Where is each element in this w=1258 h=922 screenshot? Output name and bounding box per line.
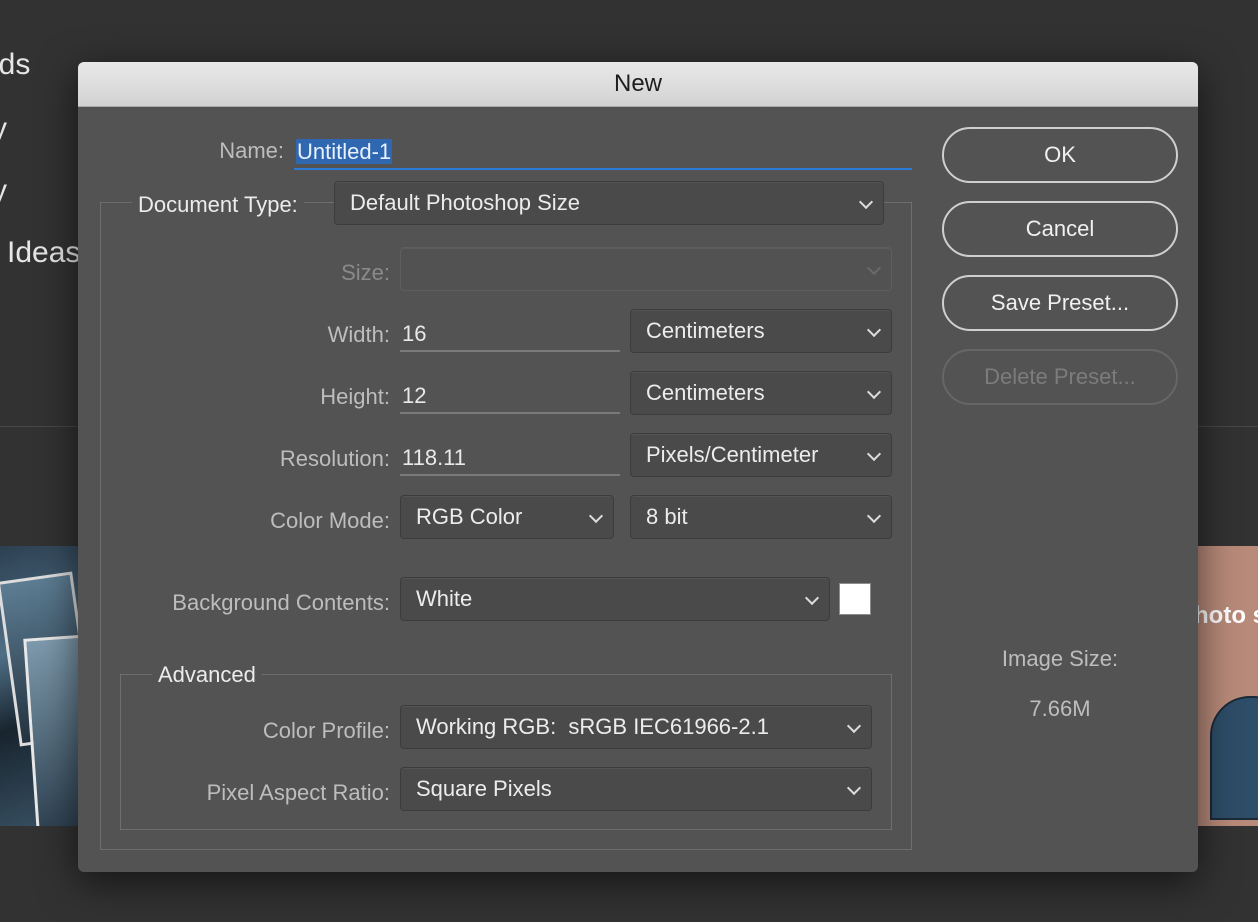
background-menu-item[interactable]: ry <box>0 112 7 146</box>
chevron-down-icon <box>866 260 882 276</box>
width-unit-value: Centimeters <box>646 318 765 343</box>
chevron-down-icon <box>858 194 874 210</box>
advanced-label: Advanced <box>152 662 262 688</box>
width-unit-select[interactable]: Centimeters <box>630 309 892 353</box>
image-size-value: 7.66M <box>1029 696 1091 721</box>
bit-depth-value: 8 bit <box>646 504 688 529</box>
save-preset-button[interactable]: Save Preset... <box>942 275 1178 331</box>
background-menu-item[interactable]: nds <box>0 48 30 82</box>
background-menu-item[interactable]: g Ideas <box>0 236 80 270</box>
dialog-title: New <box>78 62 1198 107</box>
document-type-select[interactable]: Default Photoshop Size <box>334 181 884 225</box>
height-unit-select[interactable]: Centimeters <box>630 371 892 415</box>
width-input[interactable]: 16 <box>400 316 620 352</box>
illustration-image <box>1210 696 1258 820</box>
resolution-label: Resolution: <box>279 446 390 471</box>
name-label: Name: <box>219 138 284 163</box>
background-contents-select[interactable]: White <box>400 577 830 621</box>
pixel-aspect-ratio-select[interactable]: Square Pixels <box>400 767 872 811</box>
height-unit-value: Centimeters <box>646 380 765 405</box>
height-label: Height: <box>320 384 390 409</box>
cancel-button[interactable]: Cancel <box>942 201 1178 257</box>
color-profile-label: Color Profile: <box>262 718 390 743</box>
color-profile-select[interactable]: Working RGB: sRGB IEC61966-2.1 <box>400 705 872 749</box>
chevron-down-icon <box>866 446 882 462</box>
bit-depth-select[interactable]: 8 bit <box>630 495 892 539</box>
chevron-down-icon <box>866 322 882 338</box>
background-thumbnail-right[interactable]: hoto s <box>1190 546 1258 826</box>
ok-button[interactable]: OK <box>942 127 1178 183</box>
chevron-down-icon <box>866 384 882 400</box>
thumbnail-caption: hoto s <box>1194 602 1258 629</box>
delete-preset-button[interactable]: Delete Preset... <box>942 349 1178 405</box>
background-menu-item[interactable]: ry <box>0 174 7 208</box>
background-color-swatch[interactable] <box>839 583 871 615</box>
new-document-dialog: New Name: Untitled-1 Document Type: Defa… <box>78 62 1198 872</box>
background-contents-label: Background Contents: <box>172 590 390 615</box>
size-label: Size: <box>341 260 390 285</box>
color-profile-value: Working RGB: sRGB IEC61966-2.1 <box>416 714 769 739</box>
document-type-label: Document Type: <box>132 192 304 218</box>
color-mode-value: RGB Color <box>416 504 523 529</box>
resolution-unit-select[interactable]: Pixels/Centimeter <box>630 433 892 477</box>
resolution-input[interactable]: 118.11 <box>400 440 620 476</box>
image-size-label: Image Size: <box>1001 646 1119 671</box>
name-input[interactable]: Untitled-1 <box>294 134 912 170</box>
height-input[interactable]: 12 <box>400 378 620 414</box>
color-mode-select[interactable]: RGB Color <box>400 495 614 539</box>
background-contents-value: White <box>416 586 473 611</box>
background-thumbnail-left[interactable] <box>0 546 90 826</box>
name-input-value: Untitled-1 <box>296 139 393 164</box>
chevron-down-icon <box>588 508 604 524</box>
pixel-aspect-ratio-label: Pixel Aspect Ratio: <box>206 780 390 805</box>
chevron-down-icon <box>866 508 882 524</box>
size-select[interactable] <box>400 247 892 291</box>
width-label: Width: <box>327 322 390 347</box>
document-type-value: Default Photoshop Size <box>350 190 580 215</box>
chevron-down-icon <box>846 780 862 796</box>
color-mode-label: Color Mode: <box>270 508 390 533</box>
resolution-unit-value: Pixels/Centimeter <box>646 442 819 467</box>
chevron-down-icon <box>804 590 820 606</box>
chevron-down-icon <box>846 718 862 734</box>
pixel-aspect-ratio-value: Square Pixels <box>416 776 552 801</box>
